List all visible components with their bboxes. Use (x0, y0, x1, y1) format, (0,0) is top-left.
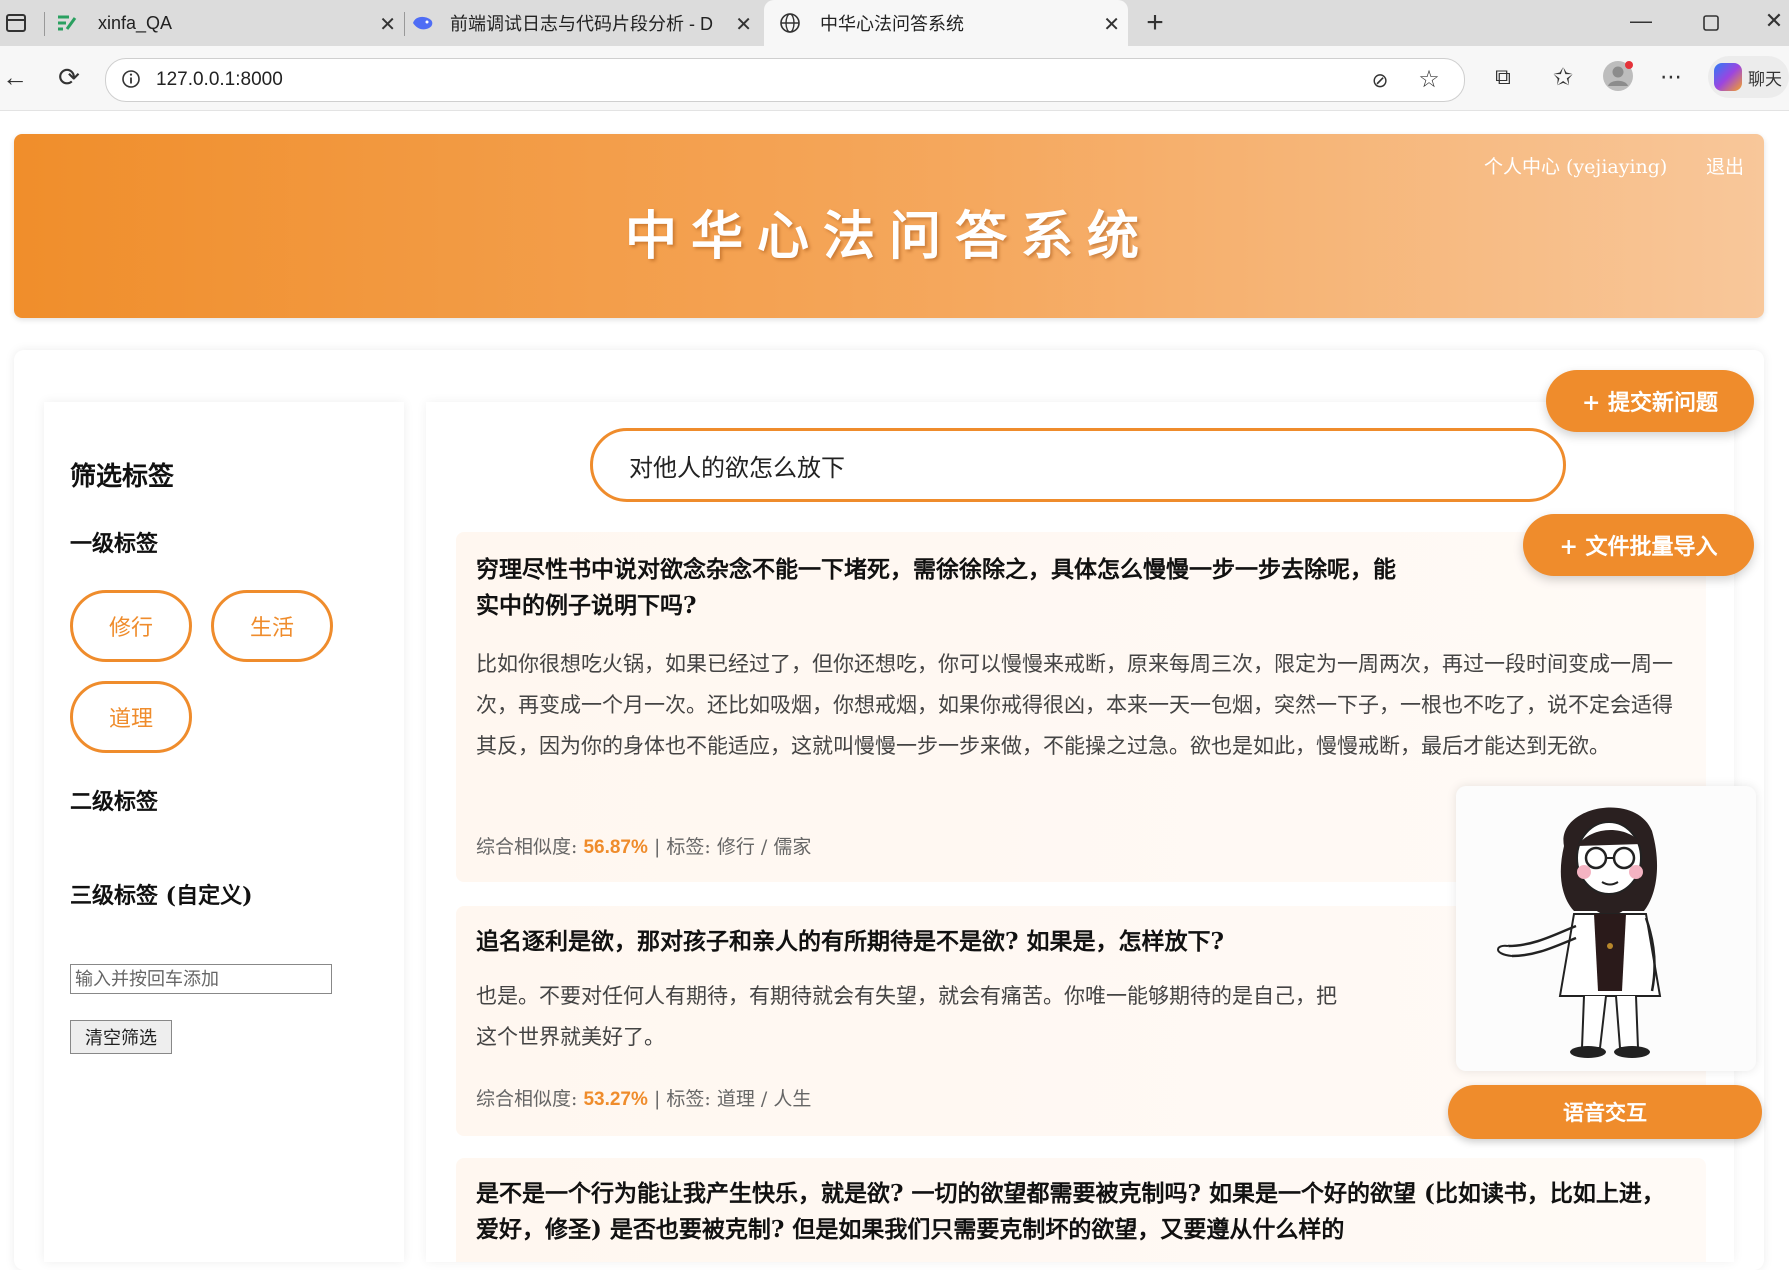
tag-pill-daoli[interactable]: 道理 (70, 681, 192, 753)
answer-line: 这个世界就美好了。 (476, 1025, 665, 1049)
url-text: 127.0.0.1:8000 (156, 69, 283, 90)
close-window-icon[interactable]: ✕ (1759, 6, 1789, 36)
custom-tag-input[interactable] (70, 964, 332, 994)
result-card[interactable]: 是不是一个行为能让我产生快乐，就是欲? 一切的欲望都需要被克制吗? 如果是一个好… (456, 1158, 1706, 1262)
result-question: 穷理尽性书中说对欲念杂念不能一下堵死，需徐徐除之，具体怎么慢慢一步一步去除呢，能… (476, 552, 1686, 624)
similarity-value: 56.87% (583, 837, 648, 858)
new-tab-icon[interactable]: + (1140, 6, 1170, 39)
favorite-star-icon[interactable]: ☆ (1416, 66, 1442, 93)
copilot-button[interactable]: 聊天 (1708, 56, 1789, 98)
voice-interaction-button[interactable]: 语音交互 (1448, 1085, 1762, 1139)
maximize-icon[interactable] (1696, 8, 1726, 38)
profile-avatar-icon[interactable] (1600, 58, 1636, 94)
globe-icon (778, 11, 802, 35)
tab-separator (404, 12, 405, 36)
url-field[interactable]: 127.0.0.1:8000 ⊘ ☆ (105, 58, 1465, 102)
more-menu-icon[interactable]: ⋯ (1656, 62, 1686, 92)
meta-separator: | (653, 1088, 667, 1110)
level1-label: 一级标签 (70, 531, 159, 557)
result-meta: 综合相似度: 56.87% | 标签: 修行 / 儒家 (476, 832, 811, 859)
clear-filter-button[interactable]: 清空筛选 (70, 1020, 172, 1054)
tab-debug-log[interactable]: 前端调试日志与代码片段分析 - D ✕ (410, 0, 760, 46)
profile-link[interactable]: 个人中心 (yejiaying) (1484, 152, 1667, 179)
tab-actions-icon[interactable] (4, 11, 28, 35)
result-answer: 比如你很想吃火锅，如果已经过了，但你还想吃，你可以慢慢来戒断，原来每周三次，限定… (476, 652, 1673, 758)
close-tab-icon[interactable]: ✕ (1103, 12, 1120, 37)
search-input[interactable] (590, 428, 1566, 502)
submit-question-button[interactable]: + 提交新问题 (1546, 370, 1754, 432)
similarity-value: 53.27% (583, 1089, 648, 1110)
header-banner: 中华心法问答系统 个人中心 (yejiaying) 退出 (14, 134, 1764, 318)
browser-tab-bar: xinfa_QA ✕ 前端调试日志与代码片段分析 - D ✕ 中华心法问答系统 … (0, 0, 1789, 46)
close-tab-icon[interactable]: ✕ (735, 12, 752, 37)
browser-address-bar: ← ⟳ 127.0.0.1:8000 ⊘ ☆ ⧉ ✩ ⋯ 聊天 (0, 46, 1789, 111)
tags-label: 标签: (666, 836, 711, 858)
extensions-icon[interactable]: ⧉ (1488, 62, 1518, 92)
back-icon[interactable]: ← (0, 62, 30, 92)
tab-active-qa-system[interactable]: 中华心法问答系统 ✕ (764, 0, 1128, 46)
level3-label: 三级标签 (自定义) (70, 883, 253, 909)
tags-value: 修行 / 儒家 (716, 836, 812, 858)
refresh-icon[interactable]: ⟳ (54, 62, 84, 92)
answer-line: 也是。不要对任何人有期待，有期待就会有失望，就会有痛苦。你唯一能够期待的是自己，… (476, 984, 1337, 1008)
similarity-label: 综合相似度: (476, 1088, 578, 1110)
tag-pill-shenghuo[interactable]: 生活 (211, 590, 333, 662)
filter-title: 筛选标签 (70, 462, 175, 492)
batch-import-button[interactable]: + 文件批量导入 (1523, 514, 1754, 576)
meta-separator: | (653, 836, 667, 858)
app-logo-icon (54, 11, 78, 35)
filter-sidebar: 筛选标签 一级标签 修行 生活 道理 二级标签 三级标签 (自定义) 清空筛选 (44, 402, 404, 1262)
cartoon-teacher-icon (1497, 807, 1662, 1058)
question-line: 穷理尽性书中说对欲念杂念不能一下堵死，需徐徐除之，具体怎么慢慢一步一步去除呢，能 (476, 556, 1396, 583)
read-aloud-icon[interactable]: ⊘ (1368, 68, 1392, 92)
tab-separator (44, 12, 45, 36)
site-info-icon[interactable] (120, 68, 142, 90)
result-question: 是不是一个行为能让我产生快乐，就是欲? 一切的欲望都需要被克制吗? 如果是一个好… (476, 1180, 1665, 1243)
minimize-icon[interactable]: — (1626, 6, 1656, 36)
tab-title: 中华心法问答系统 (820, 14, 964, 34)
logout-link[interactable]: 退出 (1706, 152, 1744, 179)
tags-label: 标签: (666, 1088, 711, 1110)
copilot-label: 聊天 (1748, 69, 1782, 89)
result-meta: 综合相似度: 53.27% | 标签: 道理 / 人生 (476, 1084, 811, 1111)
level2-label: 二级标签 (70, 789, 159, 815)
tab-xinfa-qa[interactable]: xinfa_QA ✕ (54, 0, 404, 46)
tags-value: 道理 / 人生 (716, 1088, 812, 1110)
assistant-avatar[interactable] (1456, 786, 1756, 1071)
similarity-label: 综合相似度: (476, 836, 578, 858)
tab-title: xinfa_QA (98, 12, 173, 33)
page-title: 中华心法问答系统 (624, 206, 1153, 267)
close-tab-icon[interactable]: ✕ (379, 12, 396, 37)
deepseek-whale-icon (410, 11, 436, 35)
question-line: 实中的例子说明下吗? (476, 592, 697, 619)
copilot-icon (1714, 63, 1742, 91)
result-answer: 也是。不要对任何人有期待，有期待就会有失望，就会有痛苦。你唯一能够期待的是自己，… (476, 976, 1446, 1058)
favorites-icon[interactable]: ✩ (1548, 62, 1578, 92)
tag-pill-xiuxing[interactable]: 修行 (70, 590, 192, 662)
tab-title: 前端调试日志与代码片段分析 - D (450, 14, 713, 34)
